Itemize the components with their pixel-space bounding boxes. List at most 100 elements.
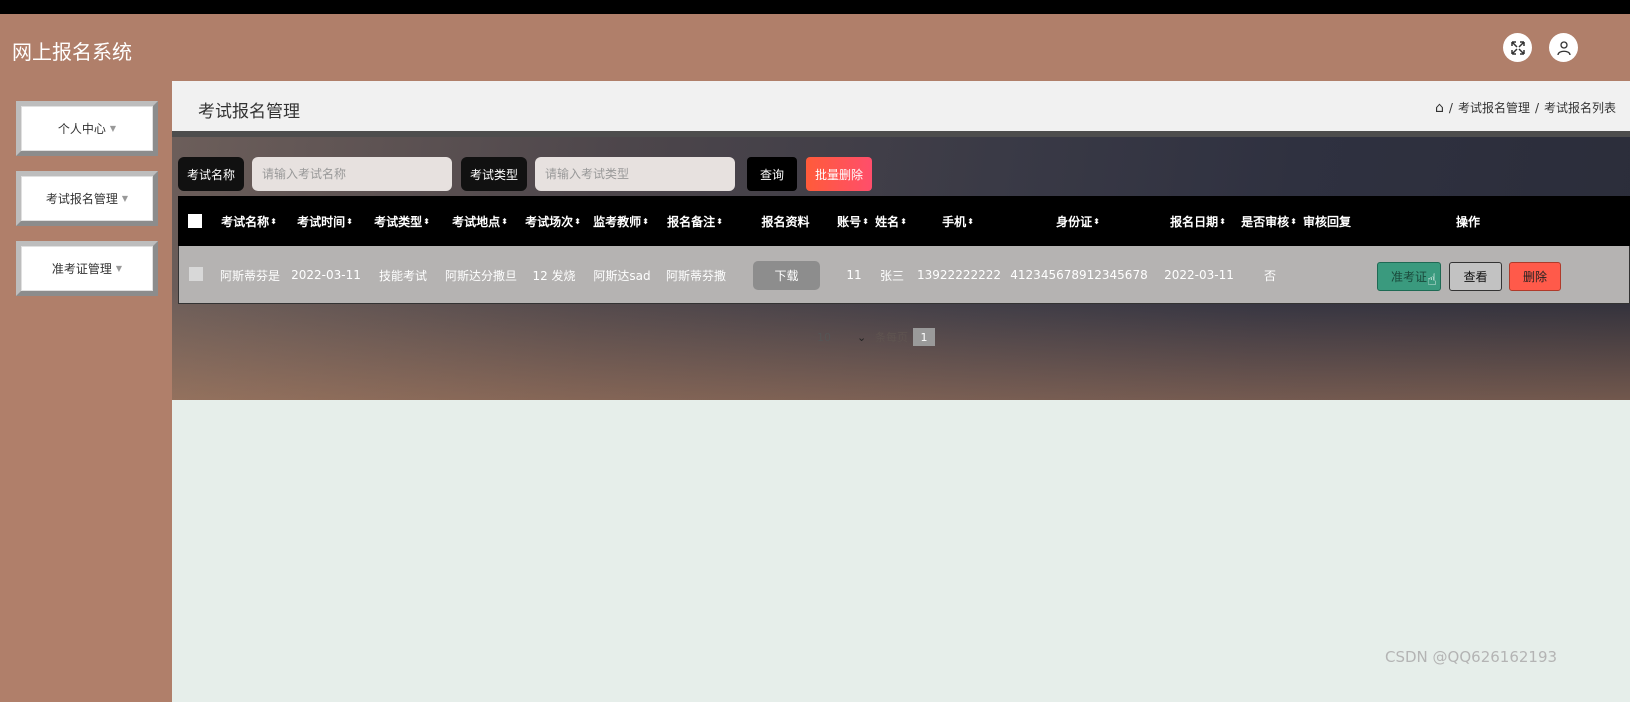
page-header: 考试报名管理 ⌂ / 考试报名管理 / 考试报名列表 bbox=[172, 81, 1630, 131]
cell-exam-session: 12 发烧 bbox=[532, 268, 576, 283]
caret-down-icon: ▼ bbox=[115, 264, 123, 273]
view-button[interactable]: 查看 bbox=[1449, 262, 1502, 291]
cell-name: 张三 bbox=[879, 268, 904, 283]
pagination: 10 ⌄ 条每页 1 bbox=[817, 327, 935, 347]
user-icon[interactable] bbox=[1549, 33, 1578, 62]
column-header-reviewed[interactable]: 是否审核 ⬍ bbox=[1240, 196, 1298, 246]
column-header-label: 审核回复 bbox=[1302, 214, 1351, 229]
sidebar-item-admission-ticket[interactable]: 准考证管理 ▼ bbox=[16, 241, 158, 296]
watermark: CSDN @QQ626162193 bbox=[1385, 648, 1558, 666]
cell-exam-place: 阿斯达分撒旦 bbox=[444, 268, 517, 283]
sidebar-item-exam-signup[interactable]: 考试报名管理 ▼ bbox=[16, 171, 158, 226]
page-number-current[interactable]: 1 bbox=[913, 328, 935, 346]
breadcrumb-separator: / bbox=[1534, 100, 1539, 115]
sort-icon[interactable]: ⬍ bbox=[346, 217, 353, 226]
sidebar: 个人中心 ▼ 考试报名管理 ▼ 准考证管理 ▼ bbox=[0, 81, 172, 702]
column-header-review-reply: 审核回复 bbox=[1300, 196, 1354, 246]
column-header-label: 报名日期 bbox=[1170, 214, 1219, 229]
column-header-exam-name[interactable]: 考试名称 ⬍ bbox=[214, 196, 284, 246]
caret-down-icon: ▼ bbox=[109, 124, 117, 133]
sidebar-item-label: 考试报名管理 bbox=[45, 192, 118, 206]
column-header-label: 考试类型 bbox=[374, 214, 423, 229]
sort-icon[interactable]: ⬍ bbox=[423, 217, 430, 226]
download-button[interactable]: 下载 bbox=[753, 261, 820, 290]
page-title: 考试报名管理 bbox=[198, 102, 300, 122]
sort-icon[interactable]: ⬍ bbox=[501, 217, 508, 226]
hand-cursor-icon: ☝ bbox=[1427, 270, 1437, 289]
sort-icon[interactable]: ⬍ bbox=[716, 217, 723, 226]
cell-note: 阿斯蒂芬撒 bbox=[665, 268, 726, 283]
column-header-label: 姓名 bbox=[875, 214, 900, 229]
sort-icon[interactable]: ⬍ bbox=[1093, 217, 1100, 226]
column-header-invigilator[interactable]: 监考教师 ⬍ bbox=[588, 196, 654, 246]
breadcrumb-item[interactable]: 考试报名管理 bbox=[1458, 99, 1530, 116]
column-header-id-card[interactable]: 身份证 ⬍ bbox=[1008, 196, 1148, 246]
column-header-phone[interactable]: 手机 ⬍ bbox=[918, 196, 998, 246]
exam-name-input[interactable] bbox=[252, 157, 452, 191]
column-header-label: 是否审核 bbox=[1241, 214, 1290, 229]
cell-review-reply bbox=[1301, 246, 1355, 304]
column-header-signup-date[interactable]: 报名日期 ⬍ bbox=[1158, 196, 1238, 246]
window-top-bar bbox=[0, 0, 1630, 14]
sort-icon[interactable]: ⬍ bbox=[900, 217, 907, 226]
column-header-label: 身份证 bbox=[1056, 214, 1093, 229]
cell-invigilator: 阿斯达sad bbox=[593, 268, 651, 283]
sidebar-item-label: 准考证管理 bbox=[51, 262, 112, 276]
caret-down-icon: ▼ bbox=[121, 194, 129, 203]
column-header-exam-session[interactable]: 考试场次 ⬍ bbox=[522, 196, 584, 246]
expand-icon[interactable] bbox=[1503, 33, 1532, 62]
breadcrumb-separator: / bbox=[1448, 100, 1453, 115]
column-header-account[interactable]: 账号 ⬍ bbox=[834, 196, 872, 246]
breadcrumb: ⌂ / 考试报名管理 / 考试报名列表 bbox=[1435, 99, 1616, 116]
cell-signup-date: 2022-03-11 bbox=[1164, 268, 1234, 282]
chevron-down-icon[interactable]: ⌄ bbox=[857, 331, 875, 344]
sort-icon[interactable]: ⬍ bbox=[642, 217, 649, 226]
column-header-label: 监考教师 bbox=[593, 214, 642, 229]
column-header-note[interactable]: 报名备注 ⬍ bbox=[660, 196, 730, 246]
sidebar-item-personal-center[interactable]: 个人中心 ▼ bbox=[16, 101, 158, 156]
table-row: 阿斯蒂芬是 2022-03-11 技能考试 阿斯达分撒旦 12 发烧 阿斯达sa… bbox=[178, 246, 1630, 304]
table-header: 考试名称 ⬍ 考试时间 ⬍ 考试类型 ⬍ 考试地点 ⬍ 考试场次 ⬍ 监考教师 ⬍ 报名备注… bbox=[178, 196, 1630, 246]
sort-icon[interactable]: ⬍ bbox=[270, 217, 277, 226]
column-header-actions: 操作 bbox=[1438, 196, 1498, 246]
column-header-exam-type[interactable]: 考试类型 ⬍ bbox=[368, 196, 436, 246]
delete-button[interactable]: 删除 bbox=[1509, 262, 1561, 291]
batch-delete-button[interactable]: 批量删除 bbox=[806, 157, 872, 191]
breadcrumb-item: 考试报名列表 bbox=[1544, 101, 1617, 115]
app-title: 网上报名系统 bbox=[12, 40, 132, 64]
select-all-checkbox[interactable] bbox=[188, 214, 202, 228]
exam-name-label: 考试名称 bbox=[178, 157, 244, 191]
page-size-select[interactable]: 10 bbox=[817, 331, 857, 344]
cell-exam-time: 2022-03-11 bbox=[291, 268, 361, 282]
row-checkbox[interactable] bbox=[189, 267, 203, 281]
cell-reviewed: 否 bbox=[1263, 268, 1276, 283]
column-header-label: 手机 bbox=[942, 214, 967, 229]
main-content: 考试报名管理 ⌂ / 考试报名管理 / 考试报名列表 考试名称 考试类型 查询 … bbox=[172, 81, 1630, 702]
cell-id-card: 412345678912345678 bbox=[1010, 268, 1148, 282]
column-header-label: 账号 bbox=[837, 214, 862, 229]
column-header-label: 考试时间 bbox=[297, 214, 346, 229]
query-button[interactable]: 查询 bbox=[747, 157, 797, 191]
page-size-text: 条每页 bbox=[875, 331, 908, 344]
cell-exam-name: 阿斯蒂芬是 bbox=[219, 268, 280, 283]
sort-icon[interactable]: ⬍ bbox=[574, 217, 581, 226]
exam-type-label: 考试类型 bbox=[461, 157, 527, 191]
column-header-label: 操作 bbox=[1455, 214, 1480, 229]
sort-icon[interactable]: ⬍ bbox=[1290, 217, 1297, 226]
sort-icon[interactable]: ⬍ bbox=[862, 217, 869, 226]
list-panel: 考试名称 考试类型 查询 批量删除 考试名称⬍ 考试时间⬍ 考试类型⬍ 考试地点… bbox=[172, 131, 1630, 400]
cell-phone: 13922222222 bbox=[917, 268, 1001, 282]
search-bar: 考试名称 考试类型 查询 批量删除 bbox=[172, 157, 1630, 191]
column-header-name[interactable]: 姓名 ⬍ bbox=[872, 196, 910, 246]
column-header-exam-time[interactable]: 考试时间 ⬍ bbox=[288, 196, 362, 246]
column-header-exam-place[interactable]: 考试地点 ⬍ bbox=[442, 196, 518, 246]
exam-type-input[interactable] bbox=[535, 157, 735, 191]
sort-icon[interactable]: ⬍ bbox=[1219, 217, 1226, 226]
app-header: 网上报名系统 bbox=[0, 14, 1630, 81]
column-header-material: 报名资料 bbox=[752, 196, 819, 246]
column-header-label: 报名资料 bbox=[761, 214, 810, 229]
column-header-label: 考试地点 bbox=[452, 214, 501, 229]
column-header-label: 考试名称 bbox=[221, 214, 270, 229]
home-icon[interactable]: ⌂ bbox=[1435, 100, 1444, 116]
sort-icon[interactable]: ⬍ bbox=[967, 217, 974, 226]
